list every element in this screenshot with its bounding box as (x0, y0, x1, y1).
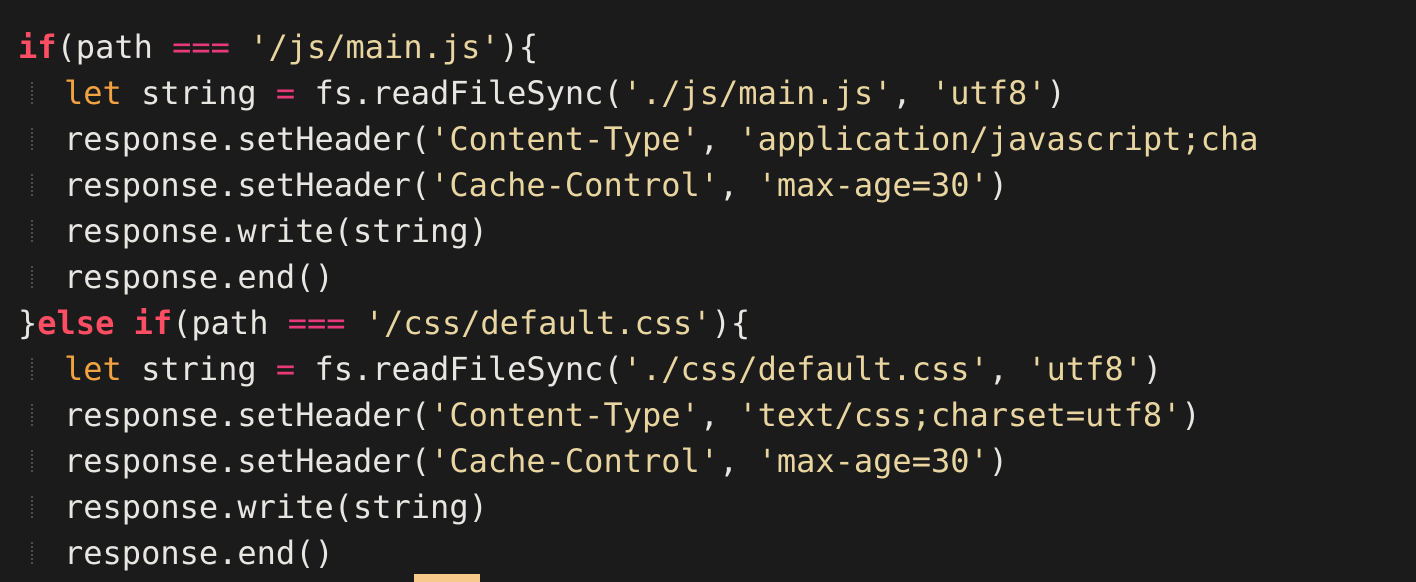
code-token: if (18, 28, 57, 66)
code-token: response.end() (64, 258, 334, 296)
code-token: 'Content-Type' (430, 396, 700, 434)
code-token: === (172, 28, 230, 66)
code-line[interactable]: response.end() (18, 254, 1258, 300)
code-token: response.write(string) (64, 212, 488, 250)
code-token: response.setHeader( (64, 396, 431, 434)
code-token: fs.readFileSync( (295, 350, 623, 388)
code-lines: if(path === '/js/main.js'){let string = … (18, 24, 1258, 576)
code-token: 'Cache-Control' (430, 442, 720, 480)
indent-guide (18, 438, 64, 484)
code-token: 'utf8' (1027, 350, 1143, 388)
code-token: response.end() (64, 534, 334, 572)
code-token: ) (1142, 350, 1163, 388)
indent-guide (18, 116, 64, 162)
code-token: ) (988, 442, 1009, 480)
code-token: './css/default.css' (622, 350, 989, 388)
code-line[interactable]: response.write(string) (18, 484, 1258, 530)
code-token: 'text/css;charset=utf8' (738, 396, 1182, 434)
text-cursor (414, 574, 480, 582)
code-token: 'application/javascript;cha (738, 120, 1259, 158)
code-token: '/js/main.js' (249, 28, 500, 66)
code-token: ){ (499, 28, 539, 66)
code-editor[interactable]: if(path === '/js/main.js'){let string = … (0, 0, 1416, 582)
code-token: response.setHeader( (64, 120, 431, 158)
code-token: else (37, 304, 115, 342)
code-token: if (133, 304, 173, 342)
code-token: = (275, 74, 296, 112)
code-token: , (892, 74, 931, 112)
code-token: , (699, 120, 739, 158)
indent-guide (18, 346, 64, 392)
code-token: , (719, 166, 758, 204)
code-token: , (719, 442, 758, 480)
code-token: '/css/default.css' (364, 304, 712, 342)
code-token: string (121, 74, 276, 112)
code-token: (path (56, 28, 173, 66)
indent-guide (18, 70, 64, 116)
code-line[interactable]: response.setHeader('Content-Type', 'text… (18, 392, 1258, 438)
code-token: response.setHeader( (64, 166, 431, 204)
code-token: fs.readFileSync( (295, 74, 623, 112)
code-token: === (287, 304, 346, 342)
code-token: 'max-age=30' (757, 442, 989, 480)
code-token: = (275, 350, 296, 388)
code-token: } (18, 304, 38, 342)
code-line[interactable]: response.setHeader('Cache-Control', 'max… (18, 162, 1258, 208)
code-line[interactable]: }else if(path === '/css/default.css'){ (18, 300, 1258, 346)
code-line[interactable]: if(path === '/js/main.js'){ (18, 24, 1258, 70)
code-line[interactable]: let string = fs.readFileSync('./js/main.… (18, 70, 1258, 116)
code-token: (path (172, 304, 288, 342)
indent-guide (18, 208, 64, 254)
code-token: 'Content-Type' (430, 120, 700, 158)
code-line[interactable]: response.setHeader('Cache-Control', 'max… (18, 438, 1258, 484)
code-token: let (64, 74, 122, 112)
indent-guide (18, 484, 64, 530)
code-token: 'utf8' (930, 74, 1047, 112)
code-token: './js/main.js' (622, 74, 893, 112)
code-token: let (64, 350, 122, 388)
code-line[interactable]: let string = fs.readFileSync('./css/defa… (18, 346, 1258, 392)
code-line[interactable]: response.setHeader('Content-Type', 'appl… (18, 116, 1258, 162)
indent-guide (18, 392, 64, 438)
indent-guide (18, 254, 64, 300)
code-token: ){ (711, 304, 751, 342)
code-token: ) (1046, 74, 1066, 112)
code-token: 'max-age=30' (757, 166, 989, 204)
code-token: response.setHeader( (64, 442, 431, 480)
code-token: string (121, 350, 276, 388)
code-token: ) (988, 166, 1009, 204)
code-line[interactable]: response.end() (18, 530, 1258, 576)
code-token: response.write(string) (64, 488, 488, 526)
indent-guide (18, 530, 64, 576)
code-line[interactable]: response.write(string) (18, 208, 1258, 254)
indent-guide (18, 162, 64, 208)
code-token: 'Cache-Control' (430, 166, 720, 204)
code-token: ) (1181, 396, 1201, 434)
code-token: , (699, 396, 739, 434)
code-token: , (988, 350, 1028, 388)
